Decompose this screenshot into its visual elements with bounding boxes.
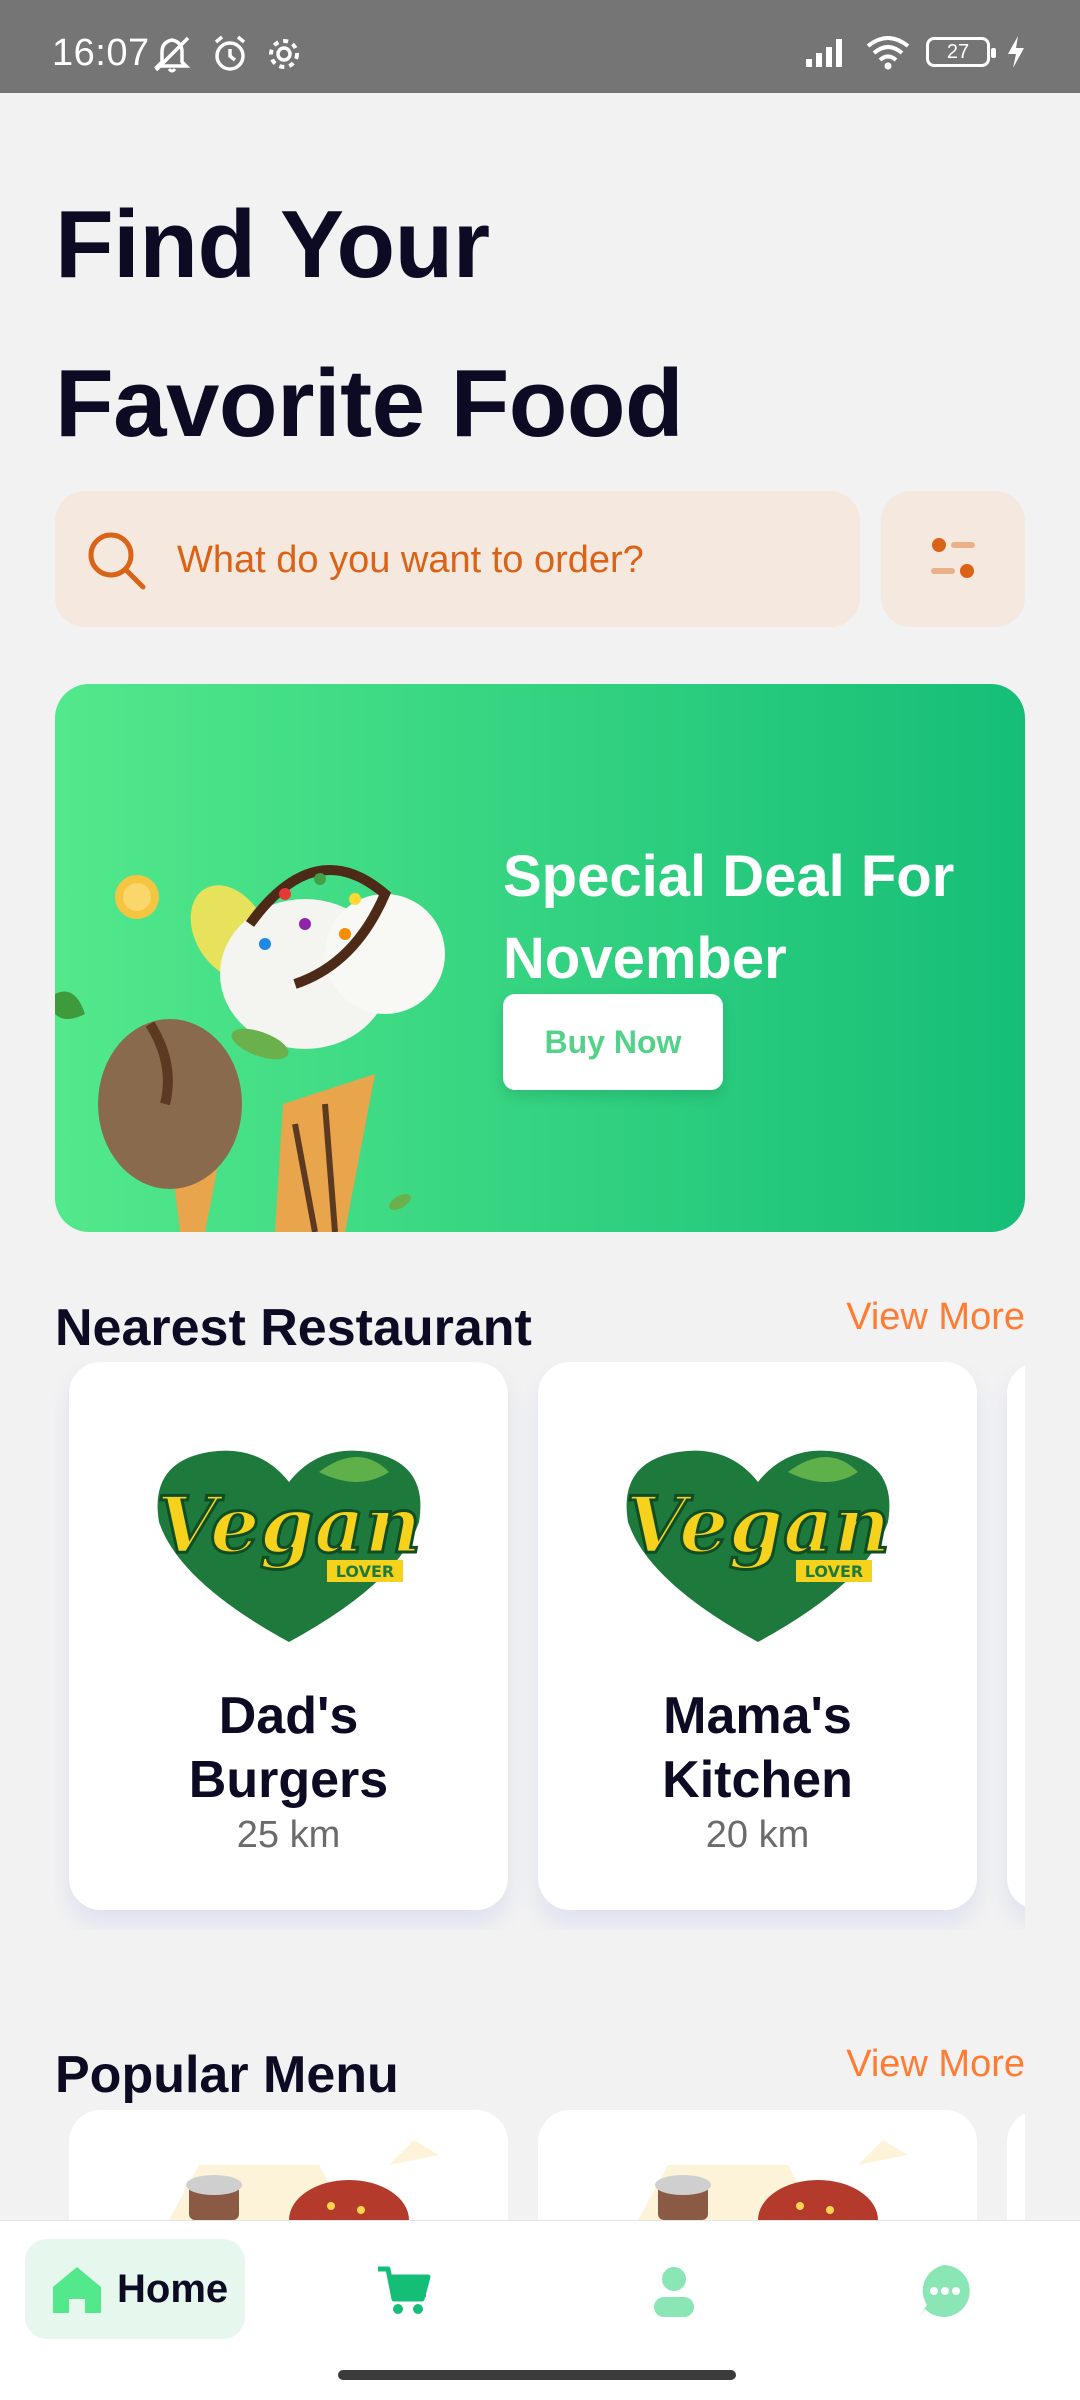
- restaurant-card[interactable]: Vegan LOVER Mama's Kitchen 20 km: [538, 1362, 977, 1910]
- restaurant-card-partial[interactable]: [1007, 1362, 1025, 1910]
- restaurant-name: Mama's Kitchen: [662, 1687, 853, 1809]
- status-time: 16:07: [52, 32, 150, 74]
- home-icon: [53, 2267, 101, 2313]
- restaurant-name: Dad's Burgers: [188, 1687, 389, 1809]
- logo-subtext: LOVER: [336, 1562, 394, 1581]
- nav-home-label: Home: [117, 2266, 229, 2311]
- search-placeholder: What do you want to order?: [177, 539, 644, 581]
- search-input[interactable]: What do you want to order?: [55, 491, 860, 627]
- filter-icon: [931, 538, 975, 578]
- menu-card-partial[interactable]: [1007, 2110, 1025, 2220]
- vegan-lover-logo: Vegan LOVER: [624, 1450, 892, 1642]
- menu-item-image: [638, 2140, 908, 2220]
- chat-icon: [919, 2265, 970, 2317]
- promo-title: Special Deal For November: [503, 844, 955, 991]
- logo-text: Vegan: [157, 1480, 422, 1571]
- charging-icon: [1008, 36, 1024, 68]
- filter-button[interactable]: [881, 491, 1025, 627]
- nav-profile[interactable]: [642, 2259, 706, 2323]
- menu-card[interactable]: [538, 2110, 977, 2220]
- popular-menu-title: Popular Menu: [55, 2046, 399, 2104]
- nav-chat[interactable]: [913, 2259, 977, 2323]
- battery-level: 27: [946, 40, 970, 63]
- alarm-icon: [214, 35, 246, 71]
- home-indicator: [338, 2370, 736, 2380]
- promo-banner[interactable]: Special Deal For November Buy Now: [55, 684, 1025, 1232]
- restaurant-card[interactable]: Vegan LOVER Dad's Burgers 25 km: [69, 1362, 508, 1910]
- popular-menu-view-more[interactable]: View More: [846, 2043, 1025, 2086]
- mute-icon: [153, 36, 191, 73]
- status-icons-right: 27: [804, 34, 1028, 70]
- nav-home[interactable]: Home: [25, 2239, 245, 2339]
- vegan-lover-logo: Vegan LOVER: [155, 1450, 423, 1642]
- page-title-line2: Favorite Food: [55, 350, 684, 457]
- signal-icon: [806, 39, 842, 67]
- nav-cart[interactable]: [372, 2259, 436, 2323]
- battery-icon: 27: [926, 37, 996, 67]
- page-title-line1: Find Your: [55, 191, 490, 298]
- logo-subtext: LOVER: [805, 1562, 863, 1581]
- logo-text: Vegan: [626, 1480, 891, 1571]
- cart-icon: [378, 2266, 431, 2314]
- buy-now-button[interactable]: Buy Now: [503, 994, 723, 1090]
- ice-cream-image: [55, 865, 445, 1232]
- status-bar: 16:07 27: [0, 0, 1080, 93]
- restaurant-distance: 25 km: [236, 1814, 341, 1856]
- nearest-restaurant-view-more[interactable]: View More: [846, 1296, 1025, 1339]
- popular-menu-list[interactable]: [55, 2110, 1025, 2220]
- profile-icon: [654, 2267, 694, 2317]
- wifi-icon: [866, 36, 910, 70]
- restaurant-distance: 20 km: [705, 1814, 810, 1856]
- status-icons-left: [152, 34, 304, 74]
- menu-item-image: [169, 2140, 439, 2220]
- search-icon: [88, 532, 146, 590]
- menu-card[interactable]: [69, 2110, 508, 2220]
- nearest-restaurant-title: Nearest Restaurant: [55, 1299, 532, 1357]
- nearest-restaurant-list[interactable]: Vegan LOVER Dad's Burgers 25 km Vegan LO…: [55, 1362, 1025, 1930]
- settings-icon: [269, 39, 299, 69]
